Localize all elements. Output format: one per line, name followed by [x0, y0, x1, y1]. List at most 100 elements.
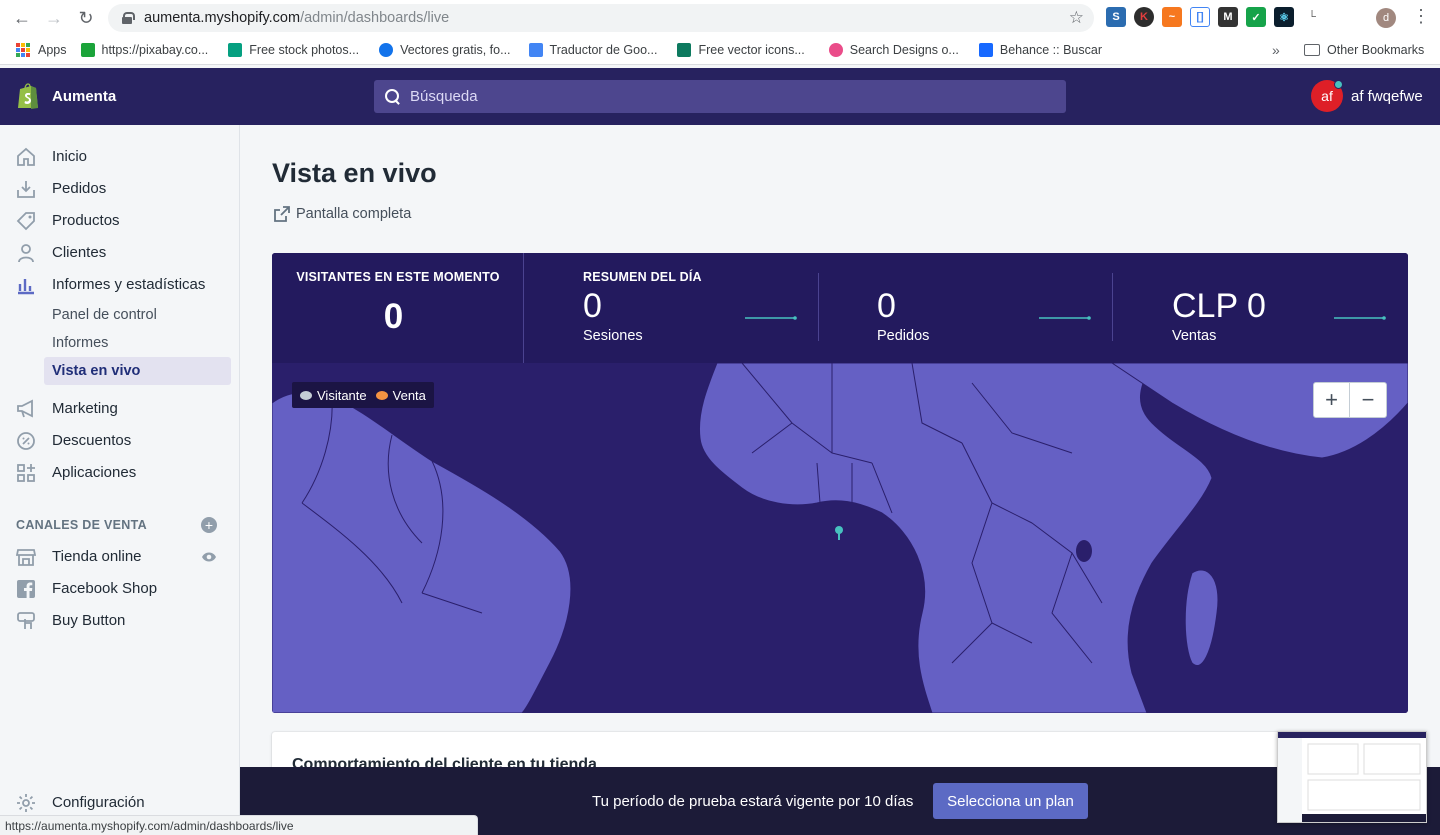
user-name[interactable]: af fwqefwe — [1351, 88, 1423, 105]
discount-icon — [17, 432, 35, 450]
facebook-icon — [17, 580, 35, 598]
sidebar-subitem-panel[interactable]: Panel de control — [44, 301, 231, 329]
store-name[interactable]: Aumenta — [52, 88, 116, 105]
forward-icon[interactable]: → — [38, 2, 70, 34]
bookmark-star-icon[interactable]: ☆ — [1069, 8, 1084, 28]
sidebar-item-label: Marketing — [52, 400, 118, 417]
extensions: S K ~ [] M ✓ ⚛ └ — [1106, 7, 1322, 27]
metric-name: Ventas — [1172, 328, 1217, 344]
status-bar-url: https://aumenta.myshopify.com/admin/dash… — [0, 815, 478, 835]
add-channel-icon[interactable]: + — [201, 517, 217, 533]
sidebar-item-label: Inicio — [52, 148, 88, 165]
sidebar-item-label: Productos — [52, 212, 120, 229]
search-placeholder: Búsqueda — [410, 88, 478, 105]
zoom-in-button[interactable]: + — [1313, 382, 1350, 418]
back-icon[interactable]: ← — [6, 2, 38, 34]
other-bookmarks-label: Other Bookmarks — [1327, 43, 1425, 57]
extension-icon[interactable]: [] — [1190, 7, 1210, 27]
sidebar-item-label: Buy Button — [52, 612, 126, 629]
shopify-logo-icon[interactable] — [16, 82, 40, 110]
metric-divider — [818, 273, 819, 341]
metric-name: Sesiones — [583, 328, 643, 344]
sidebar-item-productos[interactable]: Productos — [0, 205, 240, 237]
extension-icon[interactable]: K — [1134, 7, 1154, 27]
sidebar-item-facebook-shop[interactable]: Facebook Shop — [0, 573, 240, 605]
sidebar-subitem-label: Panel de control — [52, 307, 157, 323]
bookmark-translate[interactable]: Traductor de Goo... — [528, 43, 658, 57]
bookmark-behance[interactable]: Behance :: Buscar — [978, 43, 1103, 57]
metric-ventas: CLP 0 Ventas — [1172, 287, 1408, 347]
sparkline — [1039, 316, 1091, 320]
sidebar-item-inicio[interactable]: Inicio — [0, 141, 240, 173]
sidebar-item-clientes[interactable]: Clientes — [0, 237, 240, 269]
metric-divider — [1112, 273, 1113, 341]
other-bookmarks[interactable]: Other Bookmarks — [1304, 43, 1424, 57]
map-madagascar — [1184, 569, 1219, 666]
browser-menu-icon[interactable]: ⋮ — [1412, 6, 1430, 27]
sparkline — [1334, 316, 1386, 320]
zoom-out-button[interactable]: − — [1350, 382, 1387, 418]
bookmark-label: Free vector icons... — [698, 43, 805, 57]
screenshot-thumbnail[interactable] — [1277, 731, 1427, 823]
sidebar-item-descuentos[interactable]: Descuentos — [0, 425, 240, 457]
gear-icon — [17, 794, 35, 812]
sidebar-item-label: Clientes — [52, 244, 107, 261]
metric-pedidos: 0 Pedidos — [877, 287, 1117, 347]
extension-icon[interactable]: └ — [1302, 7, 1322, 27]
bookmark-label: Vectores gratis, fo... — [400, 43, 511, 57]
bookmark-label: Traductor de Goo... — [549, 43, 658, 57]
bookmark-freepik[interactable]: Vectores gratis, fo... — [379, 43, 511, 57]
map-zoom-controls: + − — [1313, 382, 1387, 418]
folder-icon — [1304, 44, 1320, 56]
bookmark-label: Search Designs o... — [849, 43, 959, 57]
sidebar-item-aplicaciones[interactable]: Aplicaciones — [0, 457, 240, 489]
sidebar-item-buy-button[interactable]: Buy Button — [0, 605, 240, 637]
sidebar: Inicio Pedidos Productos Clientes Inform… — [0, 125, 240, 835]
sidebar-item-label: Aplicaciones — [52, 464, 137, 481]
address-bar[interactable]: aumenta.myshopify.com/admin/dashboards/l… — [108, 4, 1094, 32]
metric-sesiones: 0 Sesiones — [583, 287, 823, 347]
profile-avatar[interactable]: d — [1376, 8, 1396, 28]
sidebar-subitem-vista-en-vivo[interactable]: Vista en vivo — [44, 357, 231, 385]
extension-icon[interactable]: ~ — [1162, 7, 1182, 27]
vecteezy-icon — [677, 43, 692, 57]
visitor-dot-icon — [300, 390, 312, 400]
pexels-icon — [228, 43, 243, 57]
sidebar-item-label: Tienda online — [52, 548, 142, 565]
sidebar-item-marketing[interactable]: Marketing — [0, 393, 240, 425]
select-plan-button[interactable]: Selecciona un plan — [933, 783, 1088, 819]
bookmark-apps[interactable]: Apps — [16, 43, 67, 57]
sidebar-item-pedidos[interactable]: Pedidos — [0, 173, 240, 205]
extension-icon[interactable]: S — [1106, 7, 1126, 27]
bookmark-pexels[interactable]: Free stock photos... — [228, 43, 359, 57]
view-store-eye-icon[interactable] — [201, 551, 217, 563]
sidebar-subitem-informes[interactable]: Informes — [44, 329, 231, 357]
live-view-card: VISITANTES EN ESTE MOMENTO 0 RESUMEN DEL… — [272, 253, 1408, 713]
behance-icon — [978, 43, 993, 57]
bookmark-dribbble[interactable]: Search Designs o... — [828, 43, 959, 57]
bookmark-vecteezy[interactable]: Free vector icons... — [677, 43, 805, 57]
search-input[interactable]: Búsqueda — [374, 80, 1066, 113]
reload-icon[interactable]: ↻ — [70, 2, 102, 34]
sparkline — [745, 316, 797, 320]
sidebar-subitem-label: Informes — [52, 335, 109, 351]
sidebar-item-informes[interactable]: Informes y estadísticas — [0, 269, 240, 301]
google-translate-icon — [528, 43, 543, 57]
bookmark-label: Behance :: Buscar — [999, 43, 1103, 57]
sales-channels-title: CANALES DE VENTA — [16, 518, 147, 532]
bookmark-pixabay[interactable]: https://pixabay.co... — [80, 43, 208, 57]
extension-icon[interactable]: ⚛ — [1274, 7, 1294, 27]
world-map[interactable]: Visitante Venta + − — [272, 362, 1408, 713]
more-bookmarks-icon[interactable]: » — [1272, 42, 1280, 58]
visitors-value: 0 — [383, 297, 404, 336]
live-stats: VISITANTES EN ESTE MOMENTO 0 RESUMEN DEL… — [272, 253, 1408, 363]
url-host: aumenta.myshopify.com — [144, 10, 301, 26]
thumbnail-preview — [1278, 732, 1426, 822]
extension-icon[interactable]: ✓ — [1246, 7, 1266, 27]
visitor-location-pin[interactable] — [835, 526, 843, 540]
extension-icon[interactable]: M — [1218, 7, 1238, 27]
page-title: Vista en vivo — [272, 158, 437, 188]
analytics-icon — [18, 279, 34, 295]
fullscreen-link[interactable]: Pantalla completa — [274, 206, 411, 222]
lock-icon — [122, 12, 135, 24]
